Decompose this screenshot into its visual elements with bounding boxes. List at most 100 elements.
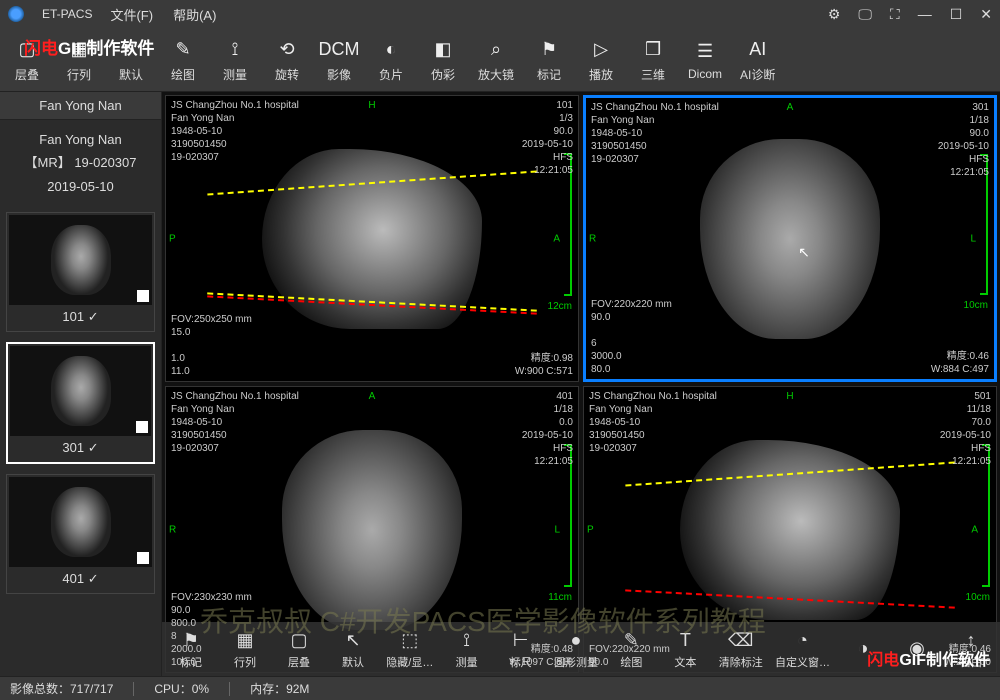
tool-label: 伪彩 bbox=[431, 66, 455, 83]
orient-left: P bbox=[169, 232, 176, 245]
thumb-image bbox=[9, 477, 152, 567]
orient-top: A bbox=[787, 101, 794, 114]
measure-icon: ⟟ bbox=[222, 37, 248, 63]
tool-label: 绘图 bbox=[171, 66, 195, 83]
magnify-icon: ⌕ bbox=[483, 37, 509, 63]
tool-label: 层叠 bbox=[15, 66, 39, 83]
tool-label: 默认 bbox=[119, 66, 143, 83]
thumb-301[interactable]: 301 ✓ bbox=[6, 342, 155, 464]
btool-label: 测量 bbox=[456, 654, 478, 670]
btool-custom[interactable]: ◔自定义窗… bbox=[777, 628, 828, 670]
tool-label: 三维 bbox=[641, 66, 665, 83]
pseudo-icon: ◧ bbox=[430, 37, 456, 63]
tool-pseudo[interactable]: ◧ 伪彩 bbox=[426, 37, 460, 83]
tool-label: 放大镜 bbox=[478, 66, 514, 83]
tool-magnify[interactable]: ⌕ 放大镜 bbox=[478, 37, 514, 83]
tool-rotate[interactable]: ⟲旋转 bbox=[270, 37, 304, 83]
image-icon: DCM bbox=[326, 37, 352, 63]
monitor-icon[interactable]: 🖵 bbox=[858, 6, 872, 23]
tool-label: 影像 bbox=[327, 66, 351, 83]
watermark-top: 闪电GIF制作软件 bbox=[24, 34, 154, 59]
overlay-tl: JS ChangZhou No.1 hospitalFan Yong Nan19… bbox=[589, 390, 717, 455]
scale-label: 10cm bbox=[964, 300, 988, 311]
orient-left: R bbox=[169, 523, 176, 536]
tool-mark[interactable]: ⚑标记 bbox=[532, 37, 566, 83]
tool-label: AI诊断 bbox=[740, 66, 775, 83]
tool-ai[interactable]: AI AI诊断 bbox=[740, 37, 775, 83]
overlay-br: 精度:0.98W:900 C:571 bbox=[515, 352, 573, 378]
patient-name: Fan Yong Nan bbox=[8, 128, 153, 151]
status-mem: 内存：92M bbox=[250, 680, 309, 697]
scan-image bbox=[700, 139, 880, 339]
app-title: ET-PACS bbox=[42, 7, 92, 21]
image-viewer: JS ChangZhou No.1 hospitalFan Yong Nan19… bbox=[162, 92, 1000, 676]
orient-right: L bbox=[554, 523, 560, 536]
thumb-checkbox[interactable] bbox=[137, 552, 149, 564]
tool-measure[interactable]: ⟟测量 bbox=[218, 37, 252, 83]
thumb-401[interactable]: 401 ✓ bbox=[6, 474, 155, 594]
overlay-br: 精度:0.46W:884 C:497 bbox=[931, 350, 989, 376]
pane-0[interactable]: JS ChangZhou No.1 hospitalFan Yong Nan19… bbox=[165, 95, 579, 382]
scan-image bbox=[680, 440, 900, 620]
orient-right: A bbox=[971, 523, 978, 536]
window-controls: ⚙ 🖵 ⛶ — ☐ ✕ bbox=[828, 6, 992, 23]
scale-label: 10cm bbox=[966, 592, 990, 603]
play-icon: ▷ bbox=[588, 37, 614, 63]
tool-threed[interactable]: ❒ 三维 bbox=[636, 37, 670, 83]
orient-top: A bbox=[369, 390, 376, 403]
overlay-tl: JS ChangZhou No.1 hospitalFan Yong Nan19… bbox=[171, 390, 299, 455]
tool-play[interactable]: ▷播放 bbox=[584, 37, 618, 83]
overlay-tr: 1011/390.02019-05-10HFS12:21:05 bbox=[522, 99, 573, 177]
pane-1[interactable]: JS ChangZhou No.1 hospitalFan Yong Nan19… bbox=[583, 95, 997, 382]
thumb-checkbox[interactable] bbox=[136, 421, 148, 433]
sidebar: Fan Yong Nan Fan Yong Nan 【MR】 19-020307… bbox=[0, 92, 162, 676]
dicom-icon: ☰ bbox=[692, 38, 718, 64]
gear-icon[interactable]: ⚙ bbox=[828, 6, 841, 23]
watermark-bottom: 闪电GIF制作软件 bbox=[867, 646, 990, 670]
status-cpu: CPU：0% bbox=[154, 680, 209, 697]
custom-icon: ◔ bbox=[791, 628, 815, 652]
statusbar: 影像总数：717/717 CPU：0% 内存：92M bbox=[0, 676, 1000, 700]
orient-right: A bbox=[553, 232, 560, 245]
tool-label: 行列 bbox=[67, 66, 91, 83]
minimize-icon[interactable]: — bbox=[918, 6, 932, 22]
maximize-icon[interactable]: ☐ bbox=[950, 6, 963, 23]
menubar: 文件(F) 帮助(A) bbox=[110, 5, 216, 24]
threed-icon: ❒ bbox=[640, 37, 666, 63]
orient-right: L bbox=[970, 232, 976, 245]
tool-label: Dicom bbox=[688, 67, 722, 81]
thumb-caption: 401 ✓ bbox=[9, 567, 152, 591]
close-icon[interactable]: ✕ bbox=[980, 6, 992, 23]
thumb-101[interactable]: 101 ✓ bbox=[6, 212, 155, 332]
overlay-tr: 3011/1890.02019-05-10HFS12:21:05 bbox=[938, 101, 989, 179]
thumb-checkbox[interactable] bbox=[137, 290, 149, 302]
tool-label: 旋转 bbox=[275, 66, 299, 83]
tool-invert[interactable]: ◐ 负片 bbox=[374, 37, 408, 83]
status-total: 影像总数：717/717 bbox=[10, 680, 113, 697]
overlay-bl: FOV:220x220 mm90.063000.080.0 bbox=[591, 298, 672, 376]
ai-icon: AI bbox=[745, 37, 771, 63]
main-area: Fan Yong Nan Fan Yong Nan 【MR】 19-020307… bbox=[0, 92, 1000, 676]
menu-file[interactable]: 文件(F) bbox=[110, 5, 153, 24]
overlay-bl: FOV:220x220 mm90.0 bbox=[589, 643, 670, 669]
thumb-caption: 301 ✓ bbox=[10, 436, 151, 460]
fullscreen-icon[interactable]: ⛶ bbox=[890, 6, 900, 23]
tool-image[interactable]: DCM 影像 bbox=[322, 37, 356, 83]
tool-label: 负片 bbox=[379, 66, 403, 83]
tool-label: 标记 bbox=[537, 66, 561, 83]
tool-draw[interactable]: ✎绘图 bbox=[166, 37, 200, 83]
patient-header[interactable]: Fan Yong Nan bbox=[0, 92, 161, 120]
btool-label: 文本 bbox=[674, 654, 696, 670]
invert-icon: ◐ bbox=[378, 37, 404, 63]
cursor-icon: ↖ bbox=[798, 244, 810, 261]
app-logo-icon bbox=[8, 6, 24, 22]
thumb-caption: 101 ✓ bbox=[9, 305, 152, 329]
orient-top: H bbox=[786, 390, 793, 403]
overlay-tr: 50111/1870.02019-05-10HFS12:21:05 bbox=[940, 390, 991, 468]
thumb-image bbox=[9, 215, 152, 305]
menu-help[interactable]: 帮助(A) bbox=[173, 5, 216, 24]
overlay-tl: JS ChangZhou No.1 hospitalFan Yong Nan19… bbox=[171, 99, 299, 164]
btool-label: 隐藏/显… bbox=[386, 654, 433, 670]
tool-dicom[interactable]: ☰ Dicom bbox=[688, 38, 722, 81]
overlay-tr: 4011/180.02019-05-10HFS12:21:05 bbox=[522, 390, 573, 468]
